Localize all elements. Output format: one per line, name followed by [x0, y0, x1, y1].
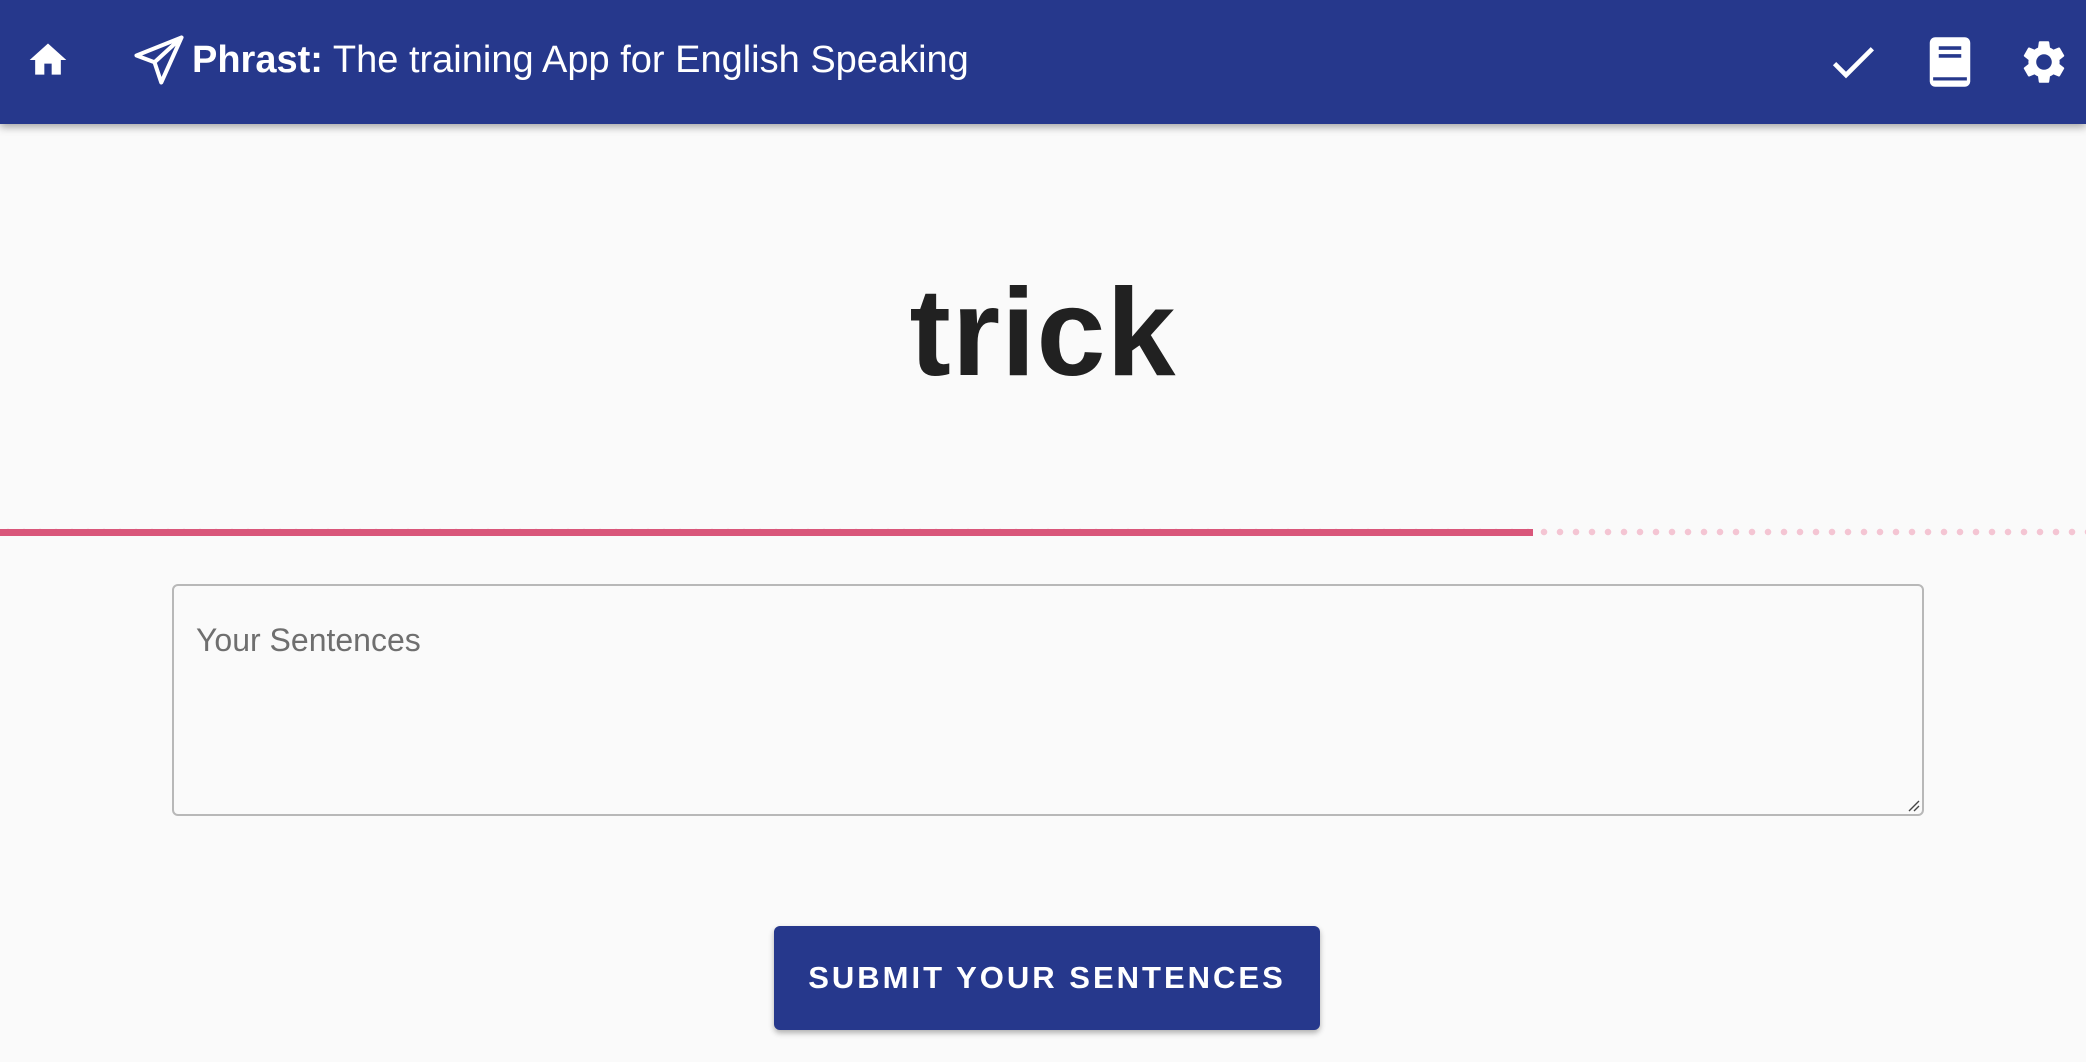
- progress-bar: [0, 528, 2086, 536]
- app-bar: Phrast: The training App for English Spe…: [0, 0, 2086, 124]
- home-button[interactable]: [20, 32, 76, 88]
- settings-button[interactable]: [2014, 32, 2074, 92]
- app-tagline: The training App for English Speaking: [332, 38, 969, 81]
- sentences-field: [172, 584, 1924, 816]
- home-icon: [29, 43, 67, 75]
- gear-icon: [2023, 41, 2065, 83]
- target-word: trick: [909, 264, 1177, 402]
- progress-fill: [0, 529, 1534, 536]
- resize-grip-icon[interactable]: [1904, 796, 1920, 812]
- app-title: Phrast: The training App for English Spe…: [132, 30, 969, 90]
- dictionary-button[interactable]: [1920, 32, 1980, 92]
- submit-sentences-button[interactable]: SUBMIT YOUR SENTENCES: [774, 926, 1320, 1030]
- book-icon: [1929, 37, 1971, 87]
- paper-plane-icon: [134, 35, 184, 85]
- sentences-input[interactable]: [174, 586, 1922, 814]
- check-icon: [1832, 47, 1874, 79]
- check-button[interactable]: [1823, 32, 1883, 92]
- app-name: Phrast:: [192, 38, 323, 81]
